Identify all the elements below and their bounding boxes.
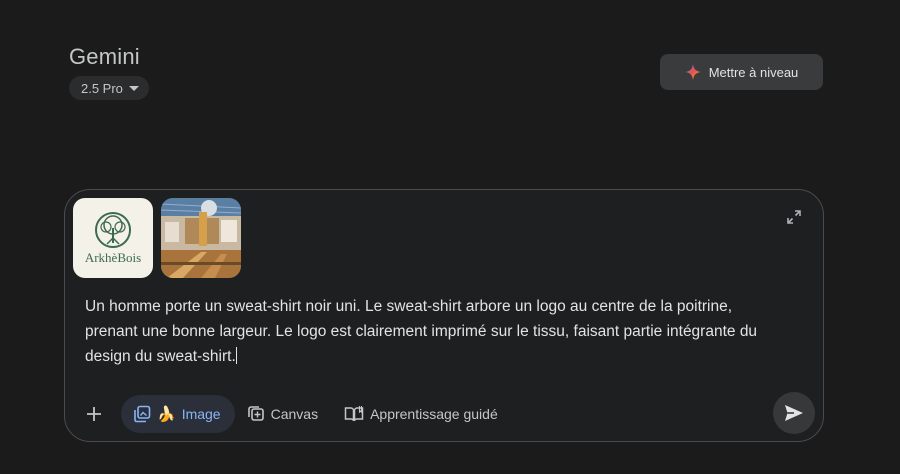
canvas-icon (247, 406, 264, 421)
canvas-tool-button[interactable]: Canvas (235, 395, 332, 433)
attachment-logo-thumbnail[interactable]: ArkhèBois (73, 198, 153, 278)
guided-learning-button[interactable]: Apprentissage guidé (332, 395, 512, 433)
sparkle-icon (684, 64, 701, 80)
prompt-input[interactable]: Un homme porte un sweat-shirt noir uni. … (85, 294, 785, 369)
app-title: Gemini (69, 44, 140, 69)
composer-toolbar: 🍌 Image Canvas Apprentissage guidé (79, 394, 512, 434)
prompt-composer: ArkhèBois Un homme porte un sweat-shirt … (64, 189, 824, 442)
logo-wordmark: ArkhèBois (84, 250, 142, 265)
guided-learning-icon (344, 406, 364, 422)
upgrade-button[interactable]: Mettre à niveau (660, 54, 823, 90)
image-tool-button[interactable]: 🍌 Image (121, 395, 235, 433)
store-photo-image (161, 198, 241, 278)
model-label: 2.5 Pro (81, 80, 123, 96)
canvas-tool-label: Canvas (270, 406, 319, 422)
expand-icon[interactable] (787, 210, 801, 224)
send-button[interactable] (773, 392, 815, 434)
guided-learning-label: Apprentissage guidé (370, 406, 498, 422)
image-tool-icon (134, 405, 151, 423)
add-attachment-button[interactable] (79, 399, 109, 429)
upgrade-label: Mettre à niveau (708, 64, 799, 80)
model-selector[interactable]: 2.5 Pro (69, 76, 149, 100)
prompt-text: Un homme porte un sweat-shirt noir uni. … (85, 298, 758, 365)
chevron-down-icon (128, 86, 139, 91)
plus-icon (87, 407, 101, 421)
send-icon (785, 405, 803, 421)
tree-logo-icon (95, 212, 131, 248)
attachment-photo-thumbnail[interactable] (161, 198, 241, 278)
image-tool-label: Image (181, 406, 221, 422)
text-cursor (235, 347, 237, 364)
banana-icon: 🍌 (157, 406, 176, 423)
